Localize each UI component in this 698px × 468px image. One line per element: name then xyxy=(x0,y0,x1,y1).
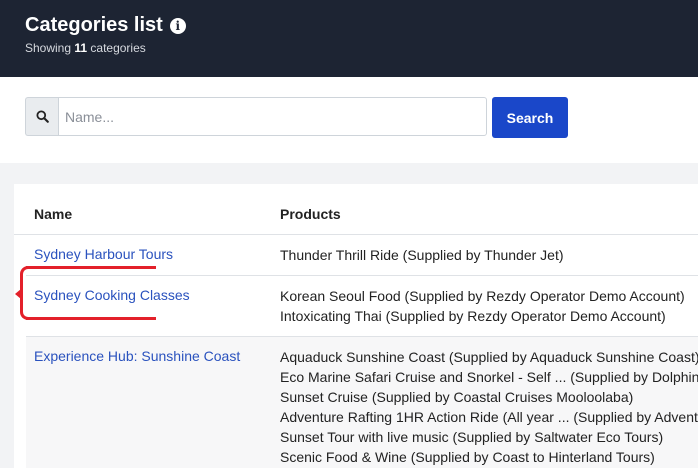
product-item: Thunder Thrill Ride (Supplied by Thunder… xyxy=(280,247,564,263)
table-row: Sydney Harbour Tours Thunder Thrill Ride… xyxy=(26,235,698,276)
page-header: Categories list i Showing 11 categories xyxy=(0,0,698,77)
category-link-experience-hub[interactable]: Experience Hub: Sunshine Coast xyxy=(34,348,240,364)
highlight-annotation-top-stroke xyxy=(26,266,156,269)
category-link-sydney-harbour-tours[interactable]: Sydney Harbour Tours xyxy=(34,246,173,262)
table-row: Sydney Cooking Classes Korean Seoul Food… xyxy=(26,276,698,337)
search-panel: Search xyxy=(0,77,698,163)
categories-table: Name Products Sydney Harbour Tours Thund… xyxy=(14,184,698,468)
product-list: Aquaduck Sunshine Coast (Supplied by Aqu… xyxy=(280,347,698,467)
search-button[interactable]: Search xyxy=(492,97,568,138)
product-item: Sunset Tour with live music (Supplied by… xyxy=(280,429,664,445)
subtitle-prefix: Showing xyxy=(25,41,75,55)
search-input[interactable] xyxy=(58,97,487,136)
product-item: Scenic Food & Wine (Supplied by Coast to… xyxy=(280,449,655,465)
column-header-name: Name xyxy=(34,206,73,222)
product-list: Thunder Thrill Ride (Supplied by Thunder… xyxy=(280,245,564,265)
subtitle-suffix: categories xyxy=(87,41,146,55)
table-row: Experience Hub: Sunshine Coast Aquaduck … xyxy=(26,337,698,468)
column-header-products: Products xyxy=(280,206,341,222)
search-group xyxy=(25,97,487,136)
product-item: Sunset Cruise (Supplied by Coastal Cruis… xyxy=(280,389,634,405)
category-link-sydney-cooking-classes[interactable]: Sydney Cooking Classes xyxy=(34,287,190,303)
product-item: Intoxicating Thai (Supplied by Rezdy Ope… xyxy=(280,308,666,324)
page-title: Categories list xyxy=(25,14,163,36)
category-count-text: Showing 11 categories xyxy=(25,41,146,55)
info-icon[interactable]: i xyxy=(169,17,186,34)
table-header: Name Products xyxy=(14,184,698,235)
product-item: Adventure Rafting 1HR Action Ride (All y… xyxy=(280,409,698,425)
product-item: Korean Seoul Food (Supplied by Rezdy Ope… xyxy=(280,288,685,304)
title-row: Categories list i xyxy=(25,14,186,37)
search-icon xyxy=(25,97,58,136)
product-item: Eco Marine Safari Cruise and Snorkel - S… xyxy=(280,369,698,385)
product-item: Aquaduck Sunshine Coast (Supplied by Aqu… xyxy=(280,349,698,365)
product-list: Korean Seoul Food (Supplied by Rezdy Ope… xyxy=(280,286,685,326)
highlight-annotation-bottom-stroke xyxy=(26,317,156,320)
category-count: 11 xyxy=(74,41,88,55)
